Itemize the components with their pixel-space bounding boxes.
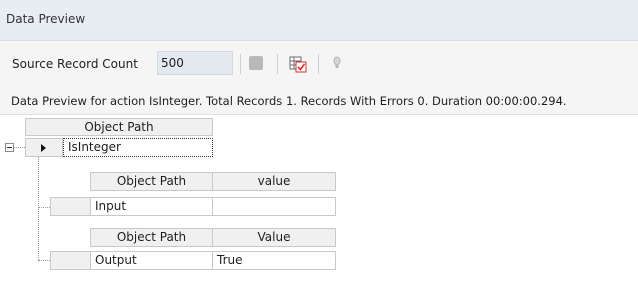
toolbar-separator (277, 54, 278, 74)
row-selector[interactable] (50, 197, 91, 216)
current-row-arrow-icon (41, 144, 46, 152)
value-cell[interactable] (212, 197, 336, 216)
column-header-object-path[interactable]: Object Path (25, 118, 213, 136)
data-preview-grid: Object Path IsInteger Object Path value … (0, 115, 638, 285)
row-selector[interactable] (50, 251, 91, 270)
row-selector[interactable] (25, 138, 63, 157)
stop-icon[interactable] (249, 56, 263, 70)
tree-connector (14, 147, 25, 148)
column-header-object-path[interactable]: Object Path (90, 172, 213, 191)
tree-connector (38, 157, 39, 260)
panel-title: Data Preview (6, 12, 86, 26)
tree-connector (38, 207, 50, 208)
source-record-count-label: Source Record Count (12, 57, 138, 71)
object-path-cell[interactable]: IsInteger (63, 138, 213, 157)
status-bar: Data Preview for action IsInteger. Total… (0, 88, 638, 115)
value-cell[interactable]: True (212, 251, 336, 270)
column-header-object-path[interactable]: Object Path (90, 228, 213, 247)
tree-connector (38, 260, 50, 261)
collapse-icon[interactable] (5, 143, 14, 152)
data-preview-check-icon[interactable] (288, 54, 308, 74)
toolbar-separator (240, 54, 241, 74)
column-header-value[interactable]: Value (212, 228, 336, 247)
panel-titlebar: Data Preview (0, 0, 638, 41)
object-path-cell[interactable]: Output (90, 251, 213, 270)
status-message: Data Preview for action IsInteger. Total… (11, 94, 567, 108)
lightbulb-icon[interactable] (332, 54, 342, 74)
column-header-value[interactable]: value (212, 172, 336, 191)
toolbar: Source Record Count 500 (0, 41, 638, 88)
toolbar-separator (318, 54, 319, 74)
object-path-cell[interactable]: Input (90, 197, 213, 216)
source-record-count-input[interactable]: 500 (157, 51, 233, 75)
